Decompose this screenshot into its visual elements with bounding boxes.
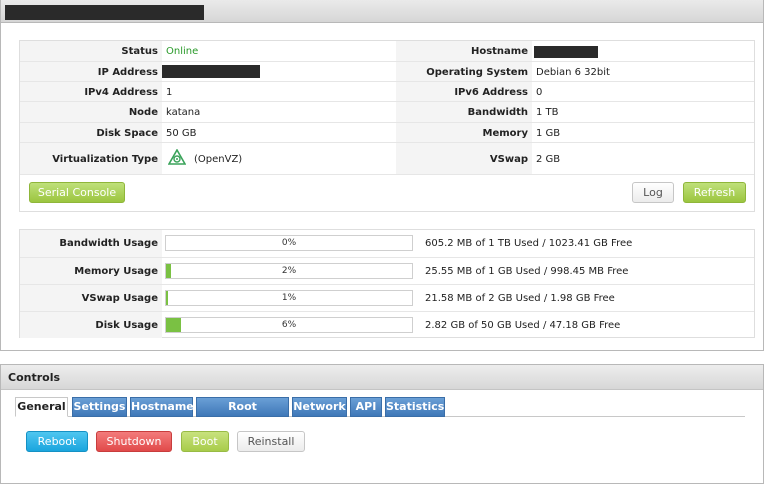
boot-button[interactable]: Boot [181, 431, 229, 452]
info-row: IPv4 Address 1 IPv6 Address 0 [20, 81, 754, 102]
os-value: Debian 6 32bit [536, 67, 610, 78]
usage-detail: 605.2 MB of 1 TB Used / 1023.41 GB Free [425, 238, 633, 249]
refresh-button[interactable]: Refresh [683, 182, 746, 203]
usage-percent: 0% [281, 238, 297, 248]
usage-label: Memory Usage [74, 266, 158, 277]
usage-row-bandwidth: Bandwidth Usage 0% 605.2 MB of 1 TB Used… [20, 230, 754, 257]
node-label: Node [128, 107, 158, 118]
usage-label: Bandwidth Usage [59, 238, 158, 249]
usage-label: VSwap Usage [81, 293, 158, 304]
redacted-hostname [534, 46, 598, 58]
usage-detail: 2.82 GB of 50 GB Used / 47.18 GB Free [425, 320, 621, 331]
redacted-ip-address [162, 65, 260, 78]
status-value: Online [166, 46, 199, 57]
usage-percent: 1% [281, 293, 297, 303]
vswap-value: 2 GB [536, 154, 561, 165]
serial-console-button[interactable]: Serial Console [29, 182, 125, 203]
node-value: katana [166, 107, 201, 118]
status-label: Status [121, 46, 158, 57]
tab-network[interactable]: Network [292, 397, 347, 417]
controls-title: Controls [8, 371, 61, 384]
usage-progress-bar: 6% [165, 317, 413, 333]
tab-settings[interactable]: Settings [72, 397, 127, 417]
tab-api[interactable]: API [350, 397, 382, 417]
tab-hostname[interactable]: Hostname [130, 397, 194, 417]
info-row: IP Address Operating System Debian 6 32b… [20, 61, 754, 82]
usage-percent: 6% [281, 320, 297, 330]
log-button[interactable]: Log [632, 182, 674, 203]
virtualization-value: (OpenVZ) [194, 154, 243, 165]
reboot-button[interactable]: Reboot [26, 431, 88, 452]
reinstall-button[interactable]: Reinstall [237, 431, 305, 452]
ip-address-label: IP Address [97, 67, 158, 78]
usage-row-memory: Memory Usage 2% 25.55 MB of 1 GB Used / … [20, 257, 754, 285]
openvz-logo-icon [167, 148, 187, 170]
tab-root-password[interactable]: Root Password [196, 397, 289, 431]
bandwidth-label: Bandwidth [467, 107, 528, 118]
usage-table: Bandwidth Usage 0% 605.2 MB of 1 TB Used… [19, 229, 755, 338]
controls-header: Controls [1, 365, 763, 390]
redacted-server-title [5, 5, 204, 20]
ipv4-value: 1 [166, 87, 173, 98]
usage-row-vswap: VSwap Usage 1% 21.58 MB of 2 GB Used / 1… [20, 284, 754, 312]
usage-progress-bar: 2% [165, 263, 413, 279]
usage-row-disk: Disk Usage 6% 2.82 GB of 50 GB Used / 47… [20, 311, 754, 338]
usage-detail: 21.58 MB of 2 GB Used / 1.98 GB Free [425, 293, 615, 304]
bandwidth-value: 1 TB [536, 107, 559, 118]
info-row: Node katana Bandwidth 1 TB [20, 101, 754, 123]
info-row: Virtualization Type (OpenVZ) VSwap 2 GB [20, 142, 754, 175]
os-label: Operating System [426, 67, 528, 78]
usage-label: Disk Usage [95, 320, 158, 331]
vswap-label: VSwap [489, 154, 528, 165]
ipv6-label: IPv6 Address [454, 87, 528, 98]
usage-percent: 2% [281, 266, 297, 276]
tab-statistics[interactable]: Statistics [385, 397, 445, 417]
memory-value: 1 GB [536, 128, 561, 139]
disk-space-value: 50 GB [166, 128, 197, 139]
server-panel-header [0, 0, 764, 23]
server-info-table: Status Online Hostname IP Address Operat… [19, 40, 755, 212]
info-row: Status Online Hostname [20, 41, 754, 61]
hostname-label: Hostname [470, 46, 528, 57]
usage-progress-bar: 1% [165, 290, 413, 306]
usage-progress-bar: 0% [165, 235, 413, 251]
ipv6-value: 0 [536, 87, 543, 98]
virtualization-label: Virtualization Type [52, 154, 158, 165]
memory-label: Memory [482, 128, 528, 139]
disk-space-label: Disk Space [96, 128, 158, 139]
info-row: Disk Space 50 GB Memory 1 GB [20, 122, 754, 143]
tab-general[interactable]: General [15, 397, 68, 417]
usage-detail: 25.55 MB of 1 GB Used / 998.45 MB Free [425, 266, 629, 277]
shutdown-button[interactable]: Shutdown [96, 431, 172, 452]
ipv4-label: IPv4 Address [84, 87, 158, 98]
controls-panel: Controls General Settings Hostname Root … [0, 364, 764, 484]
